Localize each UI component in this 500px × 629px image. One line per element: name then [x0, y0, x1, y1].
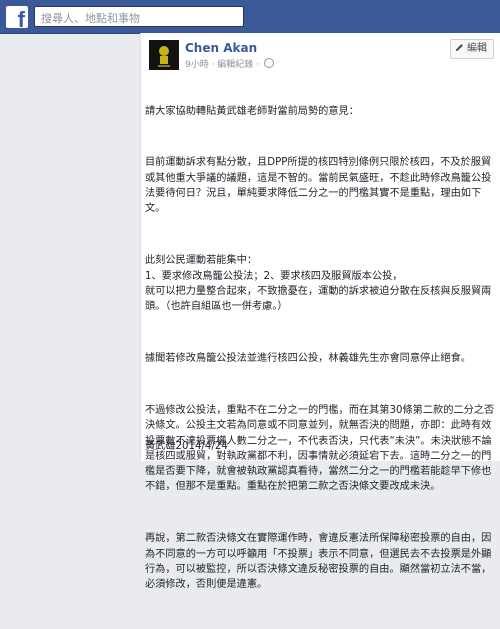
post-paragraph: 據聞若修改鳥籠公投法並進行核四公投，林義雄先生亦會同意停止絕食。	[145, 353, 471, 365]
edit-post-button[interactable]: 編輯	[450, 39, 494, 59]
post-paragraph: 再說，第二款否決條文在實際運作時，會違反憲法所保障秘密投票的自由，因為不同意的一…	[145, 533, 492, 591]
pencil-icon	[455, 44, 463, 52]
post-paragraph: 請大家協助轉貼黃武雄老師對當前局勢的意見：	[145, 105, 359, 117]
post-paragraph: 目前運動訴求有點分散，且DPP所提的核四特別條例只限於核四，不及於服貿或其他重大…	[145, 157, 492, 215]
globe-icon	[263, 58, 274, 68]
search-input[interactable]: 搜尋人、地點和事物	[34, 6, 244, 27]
post-signature: 黃武雄2014/4/24	[145, 441, 228, 452]
post-timestamp[interactable]: 9小時 · 編輯紀錄 ·	[185, 60, 259, 70]
edit-post-label: 編輯	[467, 43, 487, 54]
avatar[interactable]	[149, 40, 179, 70]
top-nav-bar: f 搜尋人、地點和事物	[0, 0, 500, 34]
avatar-image	[149, 40, 179, 70]
post-meta: 9小時 · 編輯紀錄 ·	[185, 57, 274, 70]
facebook-logo[interactable]: f	[6, 6, 28, 32]
post-author-name[interactable]: Chen Akan	[185, 41, 257, 55]
search-placeholder: 搜尋人、地點和事物	[41, 12, 140, 25]
post-card: Chen Akan 9小時 · 編輯紀錄 · 編輯 請大家協助轉貼黃武雄老師對當…	[140, 33, 500, 590]
post-paragraph: 此刻公民運動若能集中： 1、要求修改鳥籠公投法；2、要求核四及服貿版本公投， 就…	[145, 255, 492, 313]
post-body: 請大家協助轉貼黃武雄老師對當前局勢的意見： 目前運動訴求有點分散，且DPP所提的…	[145, 73, 495, 629]
facebook-logo-letter: f	[17, 7, 25, 32]
